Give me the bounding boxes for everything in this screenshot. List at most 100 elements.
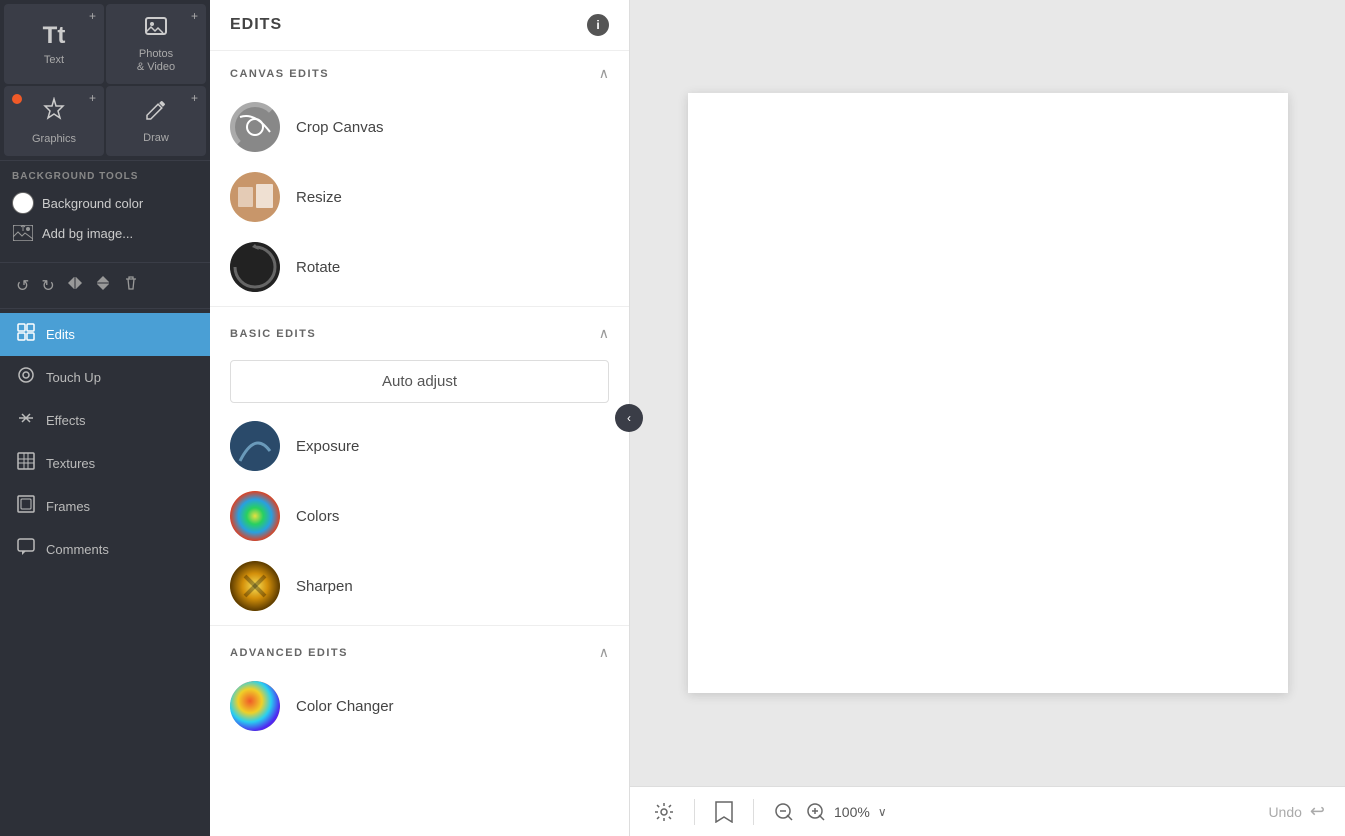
canvas-workspace <box>630 0 1345 786</box>
color-changer-thumb <box>230 681 280 731</box>
background-color-circle <box>12 192 34 214</box>
bottom-divider-1 <box>694 799 695 825</box>
color-changer-item[interactable]: Color Changer <box>210 671 629 741</box>
advanced-edits-chevron[interactable]: ∧ <box>599 644 609 661</box>
text-tool-plus: + <box>89 9 96 23</box>
add-bg-image-label: Add bg image... <box>42 226 133 241</box>
zoom-value: 100% <box>834 804 870 820</box>
bottom-divider-2 <box>753 799 754 825</box>
left-toolbar: + Tt Text + Photos& Video + <box>0 0 210 836</box>
exposure-thumb <box>230 421 280 471</box>
zoom-control: 100% ∨ <box>770 798 891 826</box>
canvas-area: 100% ∨ Undo ↩ <box>630 0 1345 836</box>
background-color-item[interactable]: Background color <box>12 192 198 214</box>
advanced-edits-label: ADVANCED EDITS <box>230 647 348 659</box>
graphics-plus: + <box>89 91 96 105</box>
graphics-dot <box>12 94 22 104</box>
graphics-tool-label: Graphics <box>32 133 76 146</box>
graphics-tool-icon <box>41 97 67 129</box>
zoom-dropdown-button[interactable]: ∨ <box>874 801 891 823</box>
basic-edits-chevron[interactable]: ∧ <box>599 325 609 342</box>
add-bg-image-item[interactable]: Add bg image... <box>12 222 198 244</box>
redo-transform-button[interactable]: ↻ <box>37 272 58 300</box>
basic-edits-header: BASIC EDITS ∧ <box>210 311 629 352</box>
nav-items: Edits Touch Up Effects <box>0 309 210 836</box>
textures-label: Textures <box>46 456 95 471</box>
bookmark-button[interactable] <box>711 797 737 827</box>
rotate-label: Rotate <box>296 259 340 276</box>
colors-thumb <box>230 491 280 541</box>
exposure-item[interactable]: Exposure <box>210 411 629 481</box>
photos-tool-plus: + <box>191 9 198 23</box>
comments-label: Comments <box>46 542 109 557</box>
nav-item-frames[interactable]: Frames <box>0 485 210 528</box>
effects-label: Effects <box>46 413 86 428</box>
background-color-label: Background color <box>42 196 143 211</box>
undo-label: Undo <box>1268 804 1301 820</box>
top-tools: + Tt Text + Photos& Video + <box>0 0 210 160</box>
undo-section: Undo ↩ <box>1268 801 1325 822</box>
edits-content: CANVAS EDITS ∧ Crop Canvas Res <box>210 51 629 836</box>
graphics-tool-button[interactable]: + Graphics <box>4 86 104 156</box>
collapse-panel-button[interactable]: ‹ <box>615 404 643 432</box>
background-tools-label: BACKGROUND TOOLS <box>12 171 198 182</box>
photos-tool-icon <box>144 14 168 44</box>
draw-tool-label: Draw <box>143 132 169 145</box>
canvas-edits-header: CANVAS EDITS ∧ <box>210 51 629 92</box>
canvas-edits-label: CANVAS EDITS <box>230 68 329 80</box>
undo-transform-button[interactable]: ↺ <box>12 272 33 300</box>
nav-item-edits[interactable]: Edits <box>0 313 210 356</box>
text-tool-label: Text <box>44 54 64 67</box>
edits-panel: EDITS i ‹ CANVAS EDITS ∧ Crop Canvas <box>210 0 630 836</box>
delete-button[interactable] <box>119 271 143 300</box>
edits-icon <box>16 323 36 346</box>
nav-item-effects[interactable]: Effects <box>0 399 210 442</box>
info-icon[interactable]: i <box>587 14 609 36</box>
zoom-in-button[interactable] <box>802 798 830 826</box>
crop-canvas-label: Crop Canvas <box>296 119 384 136</box>
resize-thumb <box>230 172 280 222</box>
auto-adjust-button[interactable]: Auto adjust <box>230 360 609 403</box>
settings-button[interactable] <box>650 798 678 826</box>
rotate-item[interactable]: Rotate <box>210 232 629 302</box>
crop-canvas-item[interactable]: Crop Canvas <box>210 92 629 162</box>
color-changer-label: Color Changer <box>296 698 394 715</box>
text-tool-button[interactable]: + Tt Text <box>4 4 104 84</box>
effects-icon <box>16 409 36 432</box>
canvas-edits-chevron[interactable]: ∧ <box>599 65 609 82</box>
draw-tool-icon <box>144 98 168 128</box>
resize-label: Resize <box>296 189 342 206</box>
add-bg-image-icon <box>12 222 34 244</box>
sharpen-label: Sharpen <box>296 578 353 595</box>
undo-icon[interactable]: ↩ <box>1310 801 1325 822</box>
sharpen-item[interactable]: Sharpen <box>210 551 629 621</box>
resize-item[interactable]: Resize <box>210 162 629 232</box>
background-tools-section: BACKGROUND TOOLS Background color Add bg… <box>0 160 210 263</box>
flip-h-button[interactable] <box>63 271 87 300</box>
nav-item-comments[interactable]: Comments <box>0 528 210 571</box>
photos-tool-label: Photos& Video <box>137 48 175 74</box>
frames-label: Frames <box>46 499 90 514</box>
draw-plus: + <box>191 91 198 105</box>
photos-video-tool-button[interactable]: + Photos& Video <box>106 4 206 84</box>
sharpen-thumb <box>230 561 280 611</box>
flip-v-button[interactable] <box>91 271 115 300</box>
nav-item-textures[interactable]: Textures <box>0 442 210 485</box>
draw-tool-button[interactable]: + Draw <box>106 86 206 156</box>
colors-label: Colors <box>296 508 339 525</box>
crop-canvas-thumb <box>230 102 280 152</box>
frames-icon <box>16 495 36 518</box>
zoom-out-button[interactable] <box>770 798 798 826</box>
bottom-bar: 100% ∨ Undo ↩ <box>630 786 1345 836</box>
canvas-white <box>688 93 1288 693</box>
section-divider-2 <box>210 625 629 626</box>
comments-icon <box>16 538 36 561</box>
edits-header: EDITS i <box>210 0 629 51</box>
edits-nav-label: Edits <box>46 327 75 342</box>
colors-item[interactable]: Colors <box>210 481 629 551</box>
nav-item-touch-up[interactable]: Touch Up <box>0 356 210 399</box>
touch-up-icon <box>16 366 36 389</box>
transform-tools: ↺ ↻ <box>0 263 210 309</box>
basic-edits-label: BASIC EDITS <box>230 328 316 340</box>
edits-panel-title: EDITS <box>230 16 282 34</box>
